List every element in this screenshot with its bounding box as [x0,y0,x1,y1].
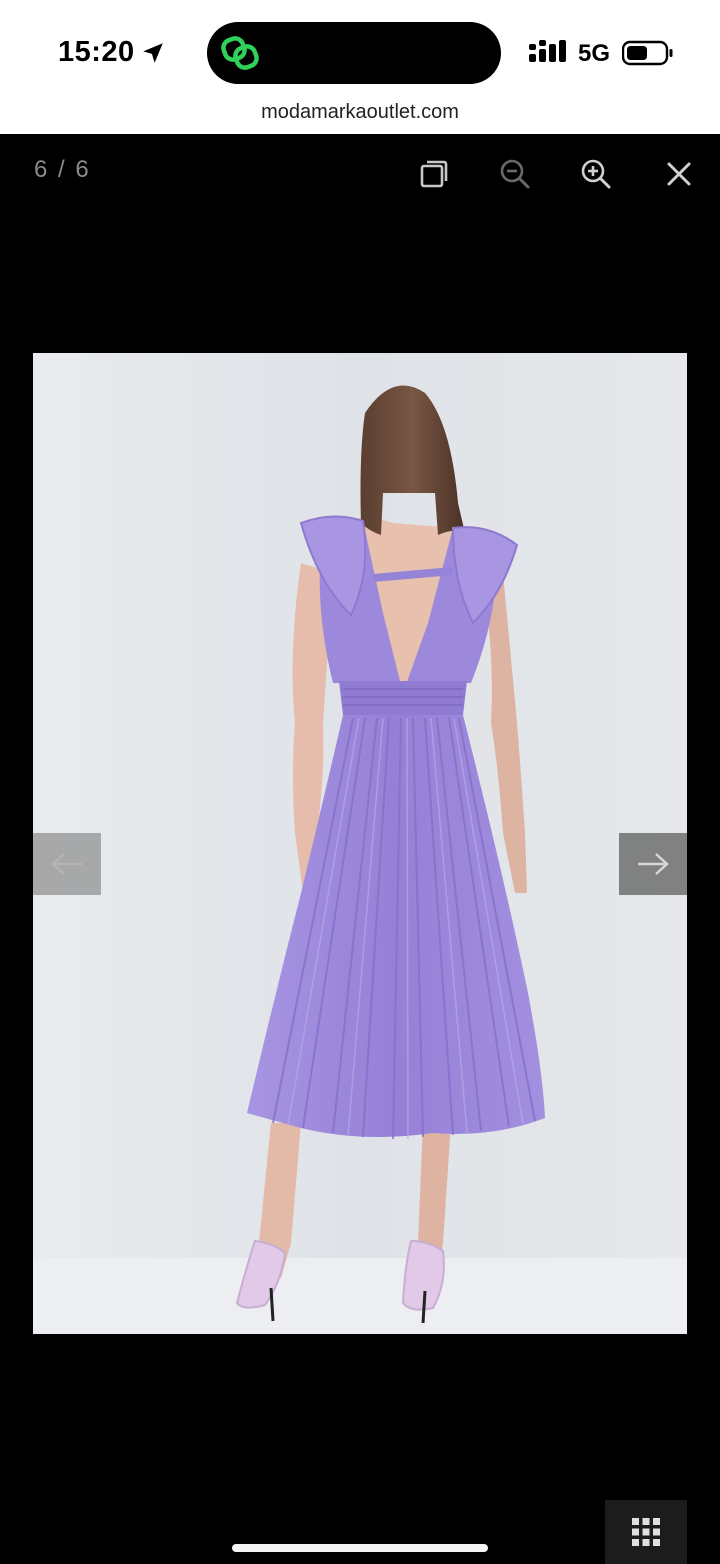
close-button[interactable] [659,154,699,194]
zoom-in-button[interactable] [576,154,616,194]
dynamic-island [207,22,501,84]
zoom-in-icon [581,159,611,189]
status-bar: 15:20 5G [0,0,720,96]
fullscreen-button[interactable] [414,154,454,194]
cellular-signal-icon [529,40,566,62]
location-arrow-icon [143,43,163,63]
fullscreen-icon [420,160,448,188]
product-photo-illustration [33,353,687,1334]
next-image-button[interactable] [619,833,687,895]
close-icon [667,162,691,186]
image-lightbox: 6 / 6 [0,134,720,1564]
zoom-out-button[interactable] [495,154,535,194]
battery-icon [622,40,673,66]
status-time: 15:20 [58,36,135,68]
network-type: 5G [578,40,611,67]
grid-icon [632,1518,660,1546]
image-counter: 6 / 6 [34,156,91,183]
product-photo[interactable] [33,353,687,1334]
previous-image-button[interactable] [33,833,101,895]
address-bar[interactable]: modamarkaoutlet.com [0,96,720,134]
link-icon [221,36,259,70]
home-indicator[interactable] [232,1544,488,1552]
thumbnails-button[interactable] [605,1500,687,1564]
zoom-out-icon [500,159,530,189]
arrow-right-icon [638,853,669,875]
url-text: modamarkaoutlet.com [261,101,459,123]
arrow-left-icon [51,853,82,875]
